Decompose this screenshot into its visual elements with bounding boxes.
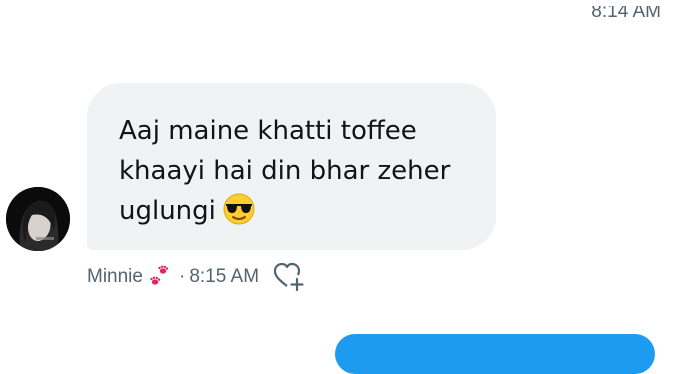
paw-prints-icon: [147, 264, 173, 290]
next-outgoing-message-bubble[interactable]: [335, 334, 655, 374]
message-line: Aaj maine khatti toffee: [119, 116, 417, 146]
previous-message-timestamp: 8:14 AM: [591, 6, 661, 26]
message-time: 8:15 AM: [189, 266, 260, 287]
meta-separator: ·: [178, 266, 186, 287]
previous-timestamp-text: 8:14 AM: [591, 6, 661, 22]
avatar-image: [6, 187, 70, 251]
message-line-last: uglungi: [119, 191, 466, 231]
sender-name[interactable]: Minnie: [87, 266, 143, 288]
sunglasses-emoji-icon: [222, 192, 256, 226]
avatar[interactable]: [6, 187, 70, 251]
message-line: khaayi hai din bhar zeher: [119, 156, 451, 186]
add-reaction-heart-icon[interactable]: [273, 262, 305, 292]
message-line-text: uglungi: [119, 196, 216, 226]
message-meta: Minnie · 8:15 AM: [87, 262, 305, 292]
message-bubble[interactable]: Aaj maine khatti toffee khaayi hai din b…: [87, 83, 496, 250]
